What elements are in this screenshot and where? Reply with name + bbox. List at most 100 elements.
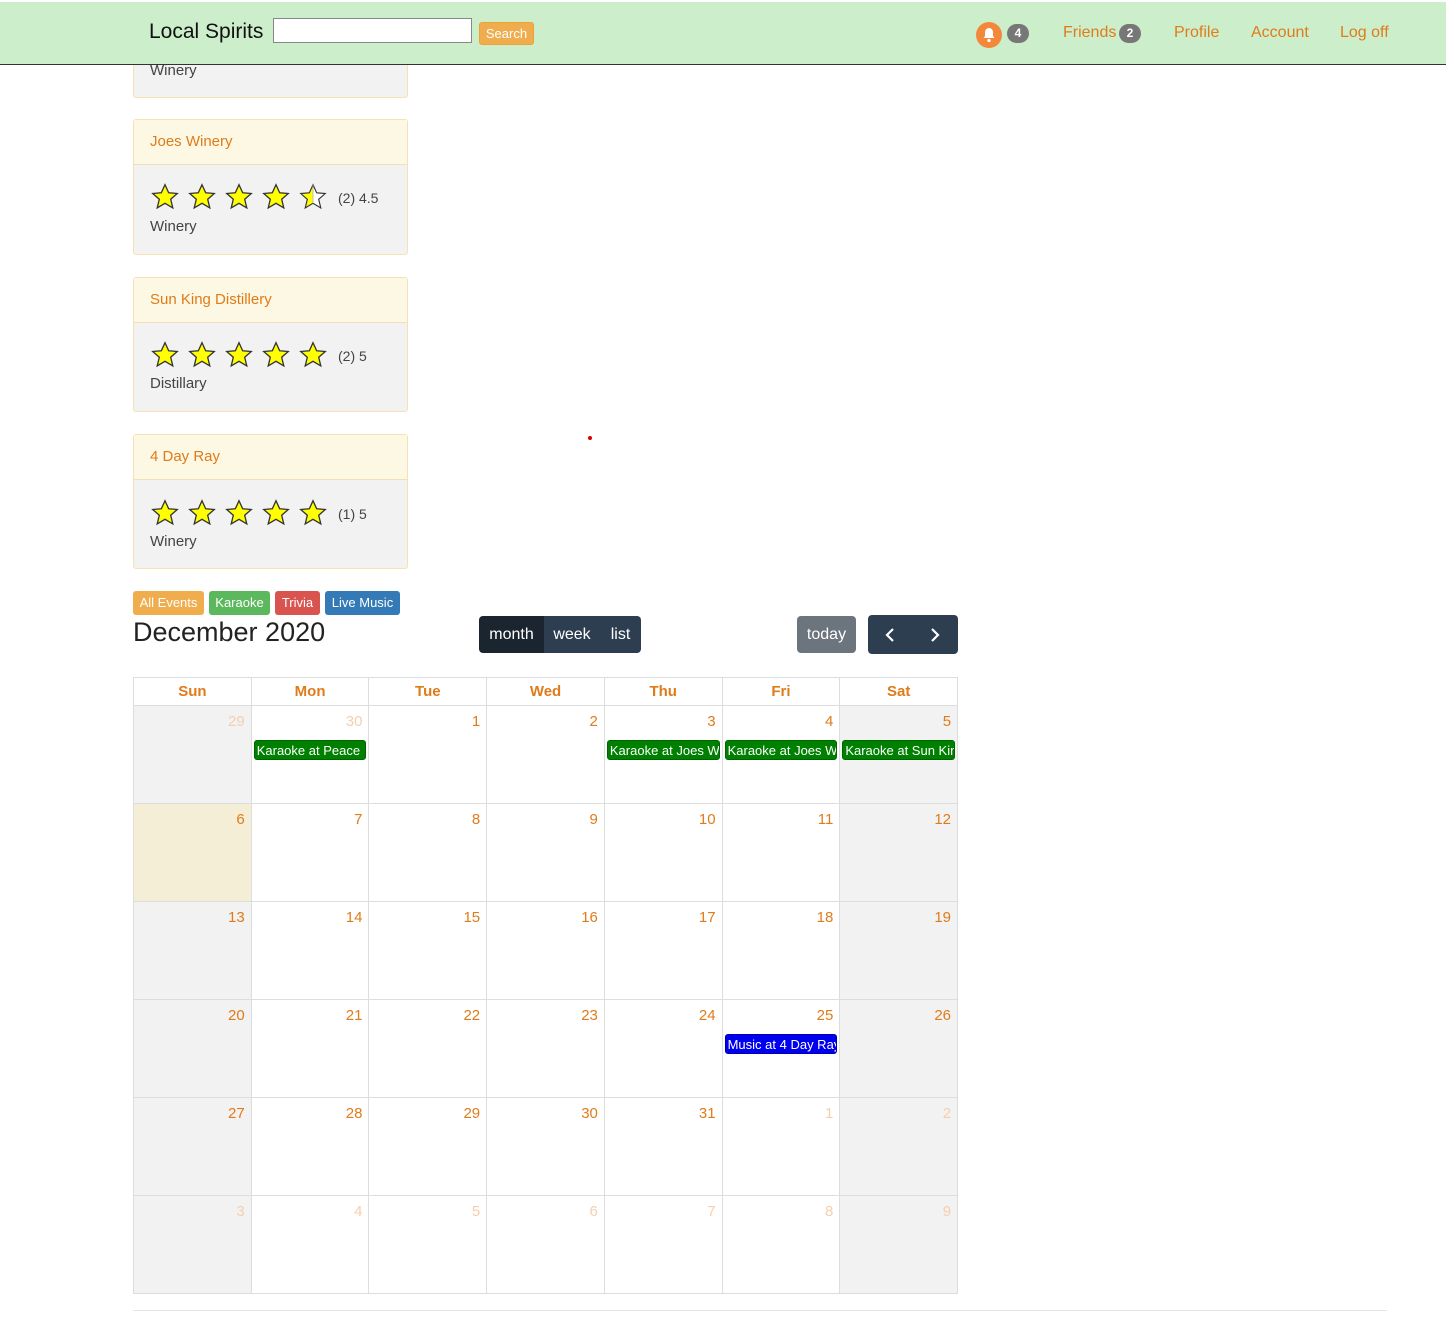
day-number: 6 (236, 811, 245, 828)
calendar-day-cell[interactable]: 15 (369, 902, 488, 999)
calendar-day-cell[interactable]: 20 (134, 1000, 252, 1097)
calendar-week-row: 27 28 29 30 31 1 2 (134, 1098, 958, 1196)
nav-friends-link[interactable]: Friends (1063, 24, 1116, 42)
day-number: 1 (471, 713, 481, 730)
day-number: 27 (228, 1105, 245, 1122)
calendar-day-cell[interactable]: 12 (840, 804, 958, 901)
notification-bell-icon[interactable] (976, 22, 1002, 48)
calendar-day-cell[interactable]: 7 (252, 804, 370, 901)
calendar-day-cell[interactable]: 8 (369, 804, 488, 901)
star-icon (225, 499, 253, 527)
filter-live-music-button[interactable]: Live Music (325, 591, 400, 615)
day-number: 14 (345, 909, 363, 926)
calendar-day-cell[interactable]: 7 (605, 1196, 723, 1293)
week-view-button[interactable]: week (544, 616, 600, 653)
filter-all-events-button[interactable]: All Events (133, 591, 204, 615)
calendar-day-cell[interactable]: 4 Karaoke at Joes Winery (723, 706, 841, 803)
calendar-event[interactable]: Karaoke at Sun King Distillery (842, 740, 956, 760)
day-number: 28 (345, 1105, 363, 1122)
day-number: 31 (698, 1105, 716, 1122)
calendar-day-cell[interactable]: 21 (252, 1000, 370, 1097)
calendar-nav (868, 615, 958, 654)
calendar-day-cell[interactable]: 10 (605, 804, 723, 901)
day-number: 16 (581, 909, 598, 926)
nav-logoff-link[interactable]: Log off (1340, 24, 1389, 42)
star-icon (299, 341, 327, 369)
calendar-day-cell[interactable]: 13 (134, 902, 252, 999)
day-number: 30 (581, 1105, 598, 1122)
weekday-header: Thu (605, 678, 723, 705)
calendar-day-cell[interactable]: 9 (487, 804, 605, 901)
weekday-header: Sun (134, 678, 252, 705)
calendar-day-cell[interactable]: 28 (252, 1098, 370, 1195)
calendar-day-cell[interactable]: 5 Karaoke at Sun King Distillery (840, 706, 958, 803)
calendar-event[interactable]: Karaoke at Joes Winery (606, 740, 720, 760)
calendar-day-cell[interactable]: 29 (134, 706, 252, 803)
calendar-day-cell[interactable]: 27 (134, 1098, 252, 1195)
calendar-day-cell[interactable]: 3 Karaoke at Joes Winery (605, 706, 723, 803)
calendar-day-cell[interactable]: 6 (134, 804, 252, 901)
brand-logo[interactable]: Local Spirits (149, 20, 263, 44)
prev-month-button[interactable] (868, 615, 913, 654)
list-view-button[interactable]: list (600, 616, 641, 653)
day-number: 2 (942, 1105, 952, 1122)
calendar-day-cell[interactable]: 30 Karaoke at Peace (252, 706, 370, 803)
calendar-day-cell[interactable]: 4 (252, 1196, 370, 1293)
calendar-day-cell[interactable]: 6 (487, 1196, 605, 1293)
month-view-button[interactable]: month (479, 616, 544, 653)
calendar-day-cell[interactable]: 24 (605, 1000, 723, 1097)
calendar-event[interactable]: Music at 4 Day Ray (724, 1034, 838, 1054)
star-icon (262, 183, 290, 211)
venue-name-link[interactable]: Joes Winery (134, 120, 407, 165)
day-number: 6 (589, 1203, 598, 1220)
venue-name-link[interactable]: Sun King Distillery (134, 278, 407, 323)
calendar-day-cell[interactable]: 8 (723, 1196, 841, 1293)
calendar-day-cell[interactable]: 2 (487, 706, 605, 803)
calendar-event[interactable]: Karaoke at Joes Winery (724, 740, 838, 760)
calendar-day-cell[interactable]: 25 Music at 4 Day Ray (723, 1000, 841, 1097)
calendar-day-cell[interactable]: 30 (487, 1098, 605, 1195)
calendar-day-cell[interactable]: 11 (723, 804, 841, 901)
calendar-week-row: 29 30 Karaoke at Peace 1 2 3 Karaoke at Joes W… (134, 706, 958, 804)
calendar-day-cell[interactable]: 19 (840, 902, 958, 999)
calendar-day-cell[interactable]: 3 (134, 1196, 252, 1293)
filter-trivia-button[interactable]: Trivia (275, 591, 320, 615)
day-number: 26 (934, 1007, 952, 1024)
calendar-week-row: 20 21 22 23 24 25 Music at 4 Day Ray 26 (134, 1000, 958, 1098)
calendar-day-cell[interactable]: 22 (369, 1000, 488, 1097)
rating-text: (2) 4.5 (338, 190, 379, 206)
nav-account-link[interactable]: Account (1251, 24, 1309, 42)
weekday-header: Wed (487, 678, 605, 705)
weekday-header: Fri (723, 678, 841, 705)
month-calendar-grid: Sun Mon Tue Wed Thu Fri Sat 29 30 Karaoke … (133, 677, 958, 1294)
friends-count-badge: 2 (1119, 24, 1141, 43)
calendar-day-cell[interactable]: 23 (487, 1000, 605, 1097)
filter-karaoke-button[interactable]: Karaoke (209, 591, 270, 615)
nav-profile-link[interactable]: Profile (1174, 24, 1219, 42)
calendar-day-cell[interactable]: 31 (605, 1098, 723, 1195)
today-button[interactable]: today (797, 616, 856, 653)
calendar-day-cell[interactable]: 1 (723, 1098, 841, 1195)
day-number: 11 (817, 811, 834, 828)
calendar-event[interactable]: Karaoke at Peace (253, 740, 367, 760)
day-number: 5 (471, 1203, 481, 1220)
search-button[interactable]: Search (479, 22, 534, 45)
next-month-button[interactable] (913, 615, 958, 654)
calendar-day-cell[interactable]: 9 (840, 1196, 958, 1293)
day-number: 5 (942, 713, 952, 730)
calendar-day-cell[interactable]: 14 (252, 902, 370, 999)
calendar-day-cell[interactable]: 1 (369, 706, 488, 803)
calendar-day-cell[interactable]: 5 (369, 1196, 488, 1293)
calendar-week-row: 6 7 8 9 10 11 12 (134, 804, 958, 902)
calendar-day-cell[interactable]: 17 (605, 902, 723, 999)
search-input[interactable] (273, 18, 472, 43)
calendar-day-cell[interactable]: 16 (487, 902, 605, 999)
calendar-day-cell[interactable]: 29 (369, 1098, 488, 1195)
calendar-day-cell[interactable]: 18 (723, 902, 841, 999)
day-number: 12 (934, 811, 952, 828)
venue-name-link[interactable]: 4 Day Ray (134, 435, 407, 480)
star-rating (151, 499, 327, 527)
star-icon (188, 341, 216, 369)
calendar-day-cell[interactable]: 2 (840, 1098, 958, 1195)
calendar-day-cell[interactable]: 26 (840, 1000, 958, 1097)
